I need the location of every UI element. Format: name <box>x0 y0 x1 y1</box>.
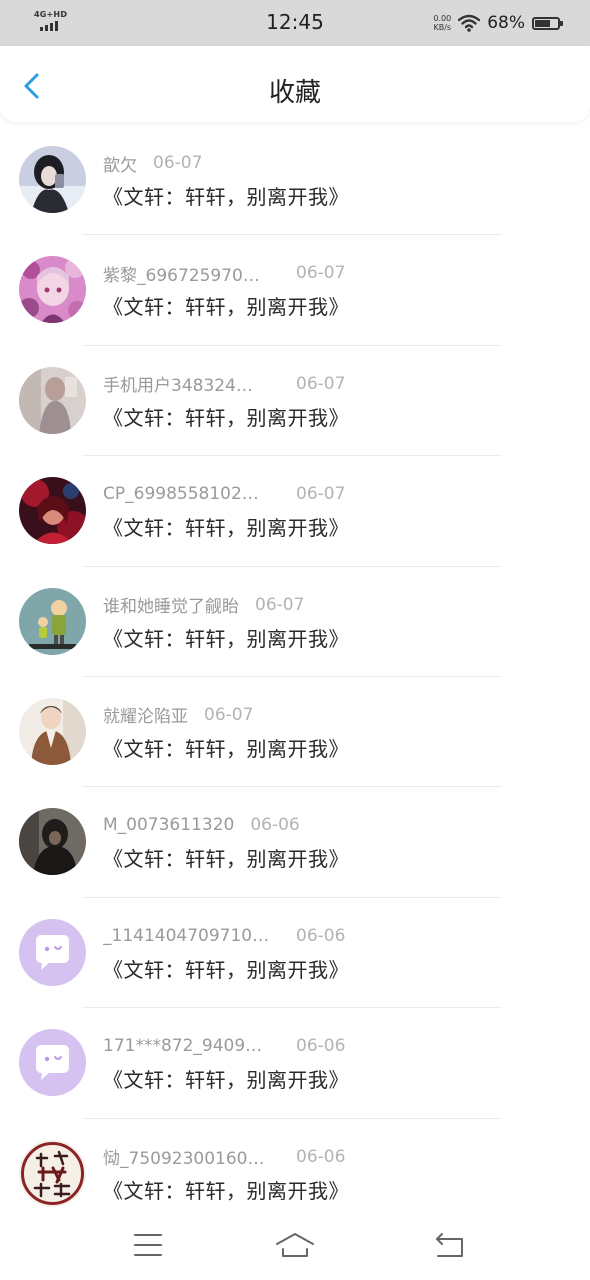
date: 06-06 <box>296 925 346 946</box>
network-speed: 0.00 KB/s <box>433 14 451 32</box>
meta-row: 紫黎_696725970… 06-07 <box>103 261 346 286</box>
avatar[interactable] <box>19 1139 86 1207</box>
username: 谁和她睡觉了觎眙 <box>103 597 239 618</box>
post-title: 《文轩：轩轩，别离开我》 <box>103 405 349 430</box>
list-item[interactable]: 171***872_9409… 06-06 《文轩：轩轩，别离开我》 <box>0 1008 590 1119</box>
avatar[interactable] <box>19 256 86 324</box>
post-title: 《文轩：轩轩，别离开我》 <box>103 1068 349 1093</box>
speed-value: 0.00 <box>433 14 452 23</box>
avatar[interactable] <box>19 697 86 765</box>
date: 06-07 <box>255 594 305 615</box>
meta-row: 手机用户348324… 06-07 <box>103 372 346 397</box>
back-icon <box>436 1233 463 1257</box>
username: _1141404709710… <box>103 925 270 946</box>
page-title: 收藏 <box>268 78 321 108</box>
list-item[interactable]: M_0073611320 06-06 《文轩：轩轩，别离开我》 <box>0 787 590 898</box>
date: 06-06 <box>296 1036 346 1057</box>
avatar[interactable] <box>19 918 86 986</box>
meta-row: CP_6998558102… 06-07 <box>103 482 345 506</box>
date: 06-07 <box>204 704 254 725</box>
favorites-screen: 4G+HD 12:45 0.00 KB/s 68% 收藏 歆欠 06-07 《文… <box>0 0 590 1280</box>
username: 手机用户348324… <box>103 376 253 397</box>
list-item[interactable]: _1141404709710… 06-06 《文轩：轩轩，别离开我》 <box>0 898 590 1009</box>
list-item[interactable]: 手机用户348324… 06-07 《文轩：轩轩，别离开我》 <box>0 346 590 457</box>
home-button[interactable] <box>275 1231 315 1259</box>
chat-bubble-icon <box>19 918 86 986</box>
list-item[interactable]: CP_6998558102… 06-07 《文轩：轩轩，别离开我》 <box>0 456 590 567</box>
list-item[interactable]: 谁和她睡觉了觎眙 06-07 《文轩：轩轩，别离开我》 <box>0 567 590 677</box>
battery-icon <box>532 16 563 30</box>
meta-row: 歆欠 06-07 <box>103 151 203 176</box>
battery-percent: 68% <box>487 13 525 33</box>
post-title: 《文轩：轩轩，别离开我》 <box>103 626 349 651</box>
speed-unit: KB/s <box>433 23 452 32</box>
date: 06-07 <box>296 484 346 505</box>
post-title: 《文轩：轩轩，别离开我》 <box>103 295 349 320</box>
avatar[interactable] <box>19 587 86 655</box>
meta-row: _1141404709710… 06-06 <box>103 924 345 948</box>
system-back-button[interactable] <box>430 1231 470 1259</box>
meta-row: M_0073611320 06-06 <box>103 813 300 837</box>
list-item[interactable]: 歆欠 06-07 《文轩：轩轩，别离开我》 <box>0 125 590 236</box>
meta-row: 171***872_9409… 06-06 <box>103 1034 345 1058</box>
post-title: 《文轩：轩轩，别离开我》 <box>103 1178 349 1203</box>
date: 06-06 <box>296 1146 346 1167</box>
header: 收藏 <box>0 46 590 122</box>
list-item[interactable]: 就耀沦陷亚 06-07 《文轩：轩轩，别离开我》 <box>0 677 590 788</box>
username: 171***872_9409… <box>103 1036 263 1057</box>
date: 06-07 <box>296 263 346 284</box>
favorites-list: 歆欠 06-07 《文轩：轩轩，别离开我》 紫黎_696725970… 06-0… <box>0 125 590 1229</box>
wifi-icon <box>458 14 481 32</box>
post-title: 《文轩：轩轩，别离开我》 <box>103 736 349 761</box>
username: 恸_75092300160… <box>103 1149 265 1170</box>
list-item[interactable]: 紫黎_696725970… 06-07 《文轩：轩轩，别离开我》 <box>0 235 590 346</box>
username: 歆欠 <box>103 155 137 176</box>
home-icon <box>276 1233 314 1257</box>
username: M_0073611320 <box>103 815 235 836</box>
avatar[interactable] <box>19 366 86 434</box>
username: 紫黎_696725970… <box>103 265 260 286</box>
post-title: 《文轩：轩轩，别离开我》 <box>103 516 349 541</box>
menu-button[interactable] <box>128 1231 168 1259</box>
avatar[interactable] <box>19 808 86 876</box>
chat-bubble-icon <box>19 1029 86 1097</box>
navigation-bar <box>0 1215 590 1280</box>
username: CP_6998558102… <box>103 484 259 505</box>
menu-icon <box>134 1234 162 1256</box>
avatar[interactable] <box>19 146 86 213</box>
date: 06-07 <box>153 153 203 173</box>
meta-row: 就耀沦陷亚 06-07 <box>103 703 254 728</box>
meta-row: 恸_75092300160… 06-06 <box>103 1145 346 1170</box>
meta-row: 谁和她睡觉了觎眙 06-07 <box>103 593 305 618</box>
date: 06-06 <box>250 815 300 836</box>
avatar[interactable] <box>19 477 86 545</box>
status-bar: 4G+HD 12:45 0.00 KB/s 68% <box>0 0 590 46</box>
date: 06-07 <box>296 373 346 394</box>
username: 就耀沦陷亚 <box>103 707 188 728</box>
post-title: 《文轩：轩轩，别离开我》 <box>103 185 349 209</box>
post-title: 《文轩：轩轩，别离开我》 <box>103 957 349 982</box>
post-title: 《文轩：轩轩，别离开我》 <box>103 847 349 872</box>
avatar[interactable] <box>19 1029 86 1097</box>
list-item[interactable]: 恸_75092300160… 06-06 《文轩：轩轩，别离开我》 <box>0 1119 590 1229</box>
